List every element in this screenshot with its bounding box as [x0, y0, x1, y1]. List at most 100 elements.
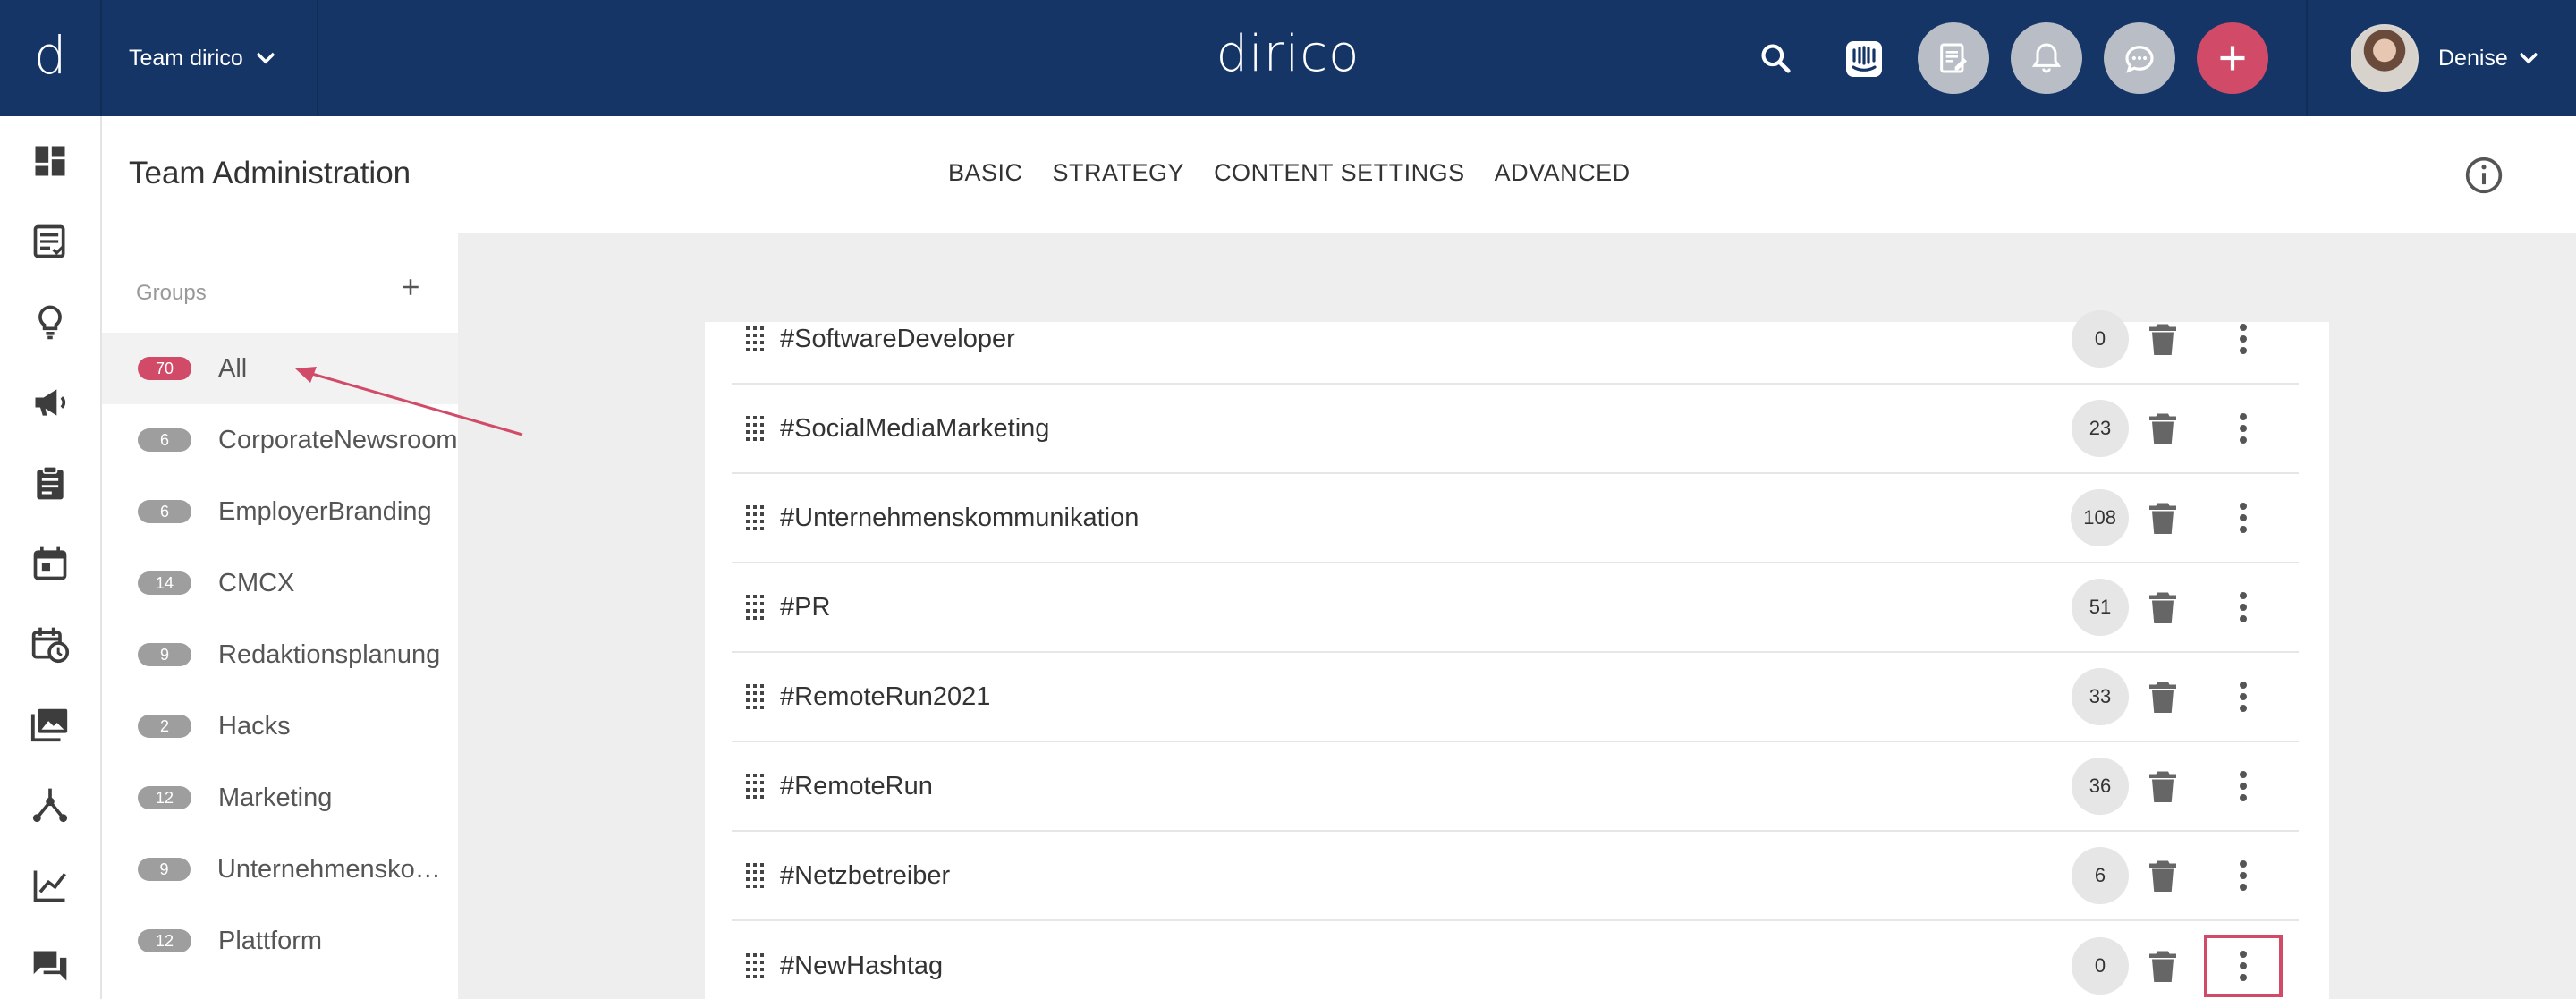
group-item[interactable]: 9 Unternehmenskom… [102, 834, 458, 905]
drag-handle-icon [746, 505, 764, 530]
nav-analytics[interactable] [27, 862, 73, 909]
group-item[interactable]: 12 Plattform [102, 905, 458, 977]
usage-count-badge: 108 [2071, 489, 2129, 546]
drag-handle[interactable] [744, 504, 766, 532]
drag-handle-icon [746, 326, 764, 351]
tab-content-settings[interactable]: CONTENT SETTINGS [1214, 159, 1465, 187]
team-label: Team dirico [129, 45, 243, 71]
media-icon [30, 708, 68, 742]
more-options-button[interactable] [2204, 935, 2283, 997]
tab-advanced[interactable]: ADVANCED [1495, 159, 1631, 187]
add-group-button[interactable] [397, 274, 424, 305]
group-count-badge: 2 [138, 715, 191, 738]
group-item[interactable]: 12 Marketing [102, 762, 458, 834]
calendar-icon [33, 546, 67, 580]
trash-icon [2149, 413, 2176, 444]
info-icon [2465, 157, 2503, 194]
usage-count-badge: 36 [2072, 758, 2129, 815]
drag-handle[interactable] [744, 325, 766, 353]
delete-button[interactable] [2143, 856, 2182, 895]
nav-schedule[interactable] [27, 621, 73, 667]
drag-handle[interactable] [744, 861, 766, 890]
group-count-badge: 9 [138, 643, 191, 666]
drag-handle[interactable] [744, 952, 766, 980]
intercom-button[interactable] [1841, 36, 1887, 82]
more-options-button[interactable] [2204, 755, 2283, 817]
more-options-button[interactable] [2204, 844, 2283, 907]
schedule-icon [31, 627, 70, 664]
delete-button[interactable] [2143, 677, 2182, 716]
tab-strategy[interactable]: STRATEGY [1053, 159, 1185, 187]
group-item[interactable]: 2 Hacks [102, 690, 458, 762]
user-name: Denise [2438, 45, 2508, 71]
left-nav [0, 116, 102, 999]
create-button[interactable] [2197, 22, 2268, 94]
settings-tabs: BASIC STRATEGY CONTENT SETTINGS ADVANCED [948, 159, 1660, 187]
delete-button[interactable] [2143, 946, 2182, 986]
group-item[interactable]: 14 CMCX [102, 547, 458, 619]
nav-media[interactable] [27, 701, 73, 748]
more-options-button[interactable] [2204, 487, 2283, 549]
chat-button[interactable] [2104, 22, 2175, 94]
tasks-icon [1940, 43, 1967, 73]
user-menu[interactable]: Denise [2351, 23, 2538, 93]
group-count-badge: 6 [138, 428, 191, 452]
drag-handle-icon [746, 774, 764, 799]
more-options-button[interactable] [2204, 576, 2283, 639]
app-logo[interactable]: d [0, 0, 102, 116]
chevron-down-icon [256, 52, 275, 64]
nav-ideas[interactable] [27, 299, 73, 345]
nav-campaigns[interactable] [27, 379, 73, 426]
nav-calendar[interactable] [27, 540, 73, 587]
hashtag-list: #SoftwareDeveloper 0 #SocialMediaMarketing… [705, 310, 2329, 999]
search-button[interactable] [1753, 36, 1798, 80]
trash-icon [2149, 592, 2176, 623]
nav-clipboard[interactable] [27, 460, 73, 506]
group-name: EmployerBranding [218, 496, 432, 526]
tasks-button[interactable] [1918, 22, 1989, 94]
brand-wordmark: dirico [1216, 25, 1360, 83]
group-name: Unternehmenskom… [216, 854, 458, 884]
drag-handle[interactable] [744, 682, 766, 711]
drag-handle[interactable] [744, 772, 766, 800]
more-vertical-icon [2240, 771, 2247, 801]
nav-messages[interactable] [27, 943, 73, 989]
group-count-badge: 9 [138, 858, 191, 881]
usage-count-badge: 0 [2072, 937, 2129, 995]
drag-handle-icon [746, 416, 764, 441]
network-icon [32, 788, 68, 823]
trash-icon [2149, 771, 2176, 802]
chat-icon [2125, 46, 2154, 73]
nav-network[interactable] [27, 782, 73, 828]
campaigns-icon [35, 389, 66, 416]
notifications-button[interactable] [2011, 22, 2082, 94]
info-button[interactable] [2464, 156, 2504, 199]
delete-button[interactable] [2143, 319, 2182, 359]
chevron-down-icon [2519, 52, 2538, 64]
more-vertical-icon [2240, 682, 2247, 712]
delete-button[interactable] [2143, 766, 2182, 806]
ideas-icon [38, 305, 62, 340]
annotation-arrow [295, 367, 523, 436]
drag-handle[interactable] [744, 593, 766, 622]
team-switcher[interactable]: Team dirico [102, 0, 318, 116]
more-options-button[interactable] [2204, 397, 2283, 460]
drag-handle-icon [746, 863, 764, 888]
intercom-icon [1846, 41, 1882, 77]
nav-dashboard[interactable] [27, 138, 73, 184]
usage-count-badge: 51 [2072, 579, 2129, 636]
drag-handle[interactable] [744, 414, 766, 443]
plus-icon [2220, 46, 2245, 71]
topbar-divider [2306, 0, 2308, 116]
tab-basic[interactable]: BASIC [948, 159, 1023, 187]
group-item[interactable]: 6 EmployerBranding [102, 476, 458, 547]
nav-posts[interactable] [27, 218, 73, 265]
delete-button[interactable] [2143, 409, 2182, 448]
more-options-button[interactable] [2204, 308, 2283, 370]
delete-button[interactable] [2143, 498, 2182, 538]
more-options-button[interactable] [2204, 665, 2283, 728]
group-count-badge: 12 [138, 929, 191, 952]
group-item[interactable]: 9 Redaktionsplanung [102, 619, 458, 690]
delete-button[interactable] [2143, 588, 2182, 627]
trash-icon [2149, 324, 2176, 355]
